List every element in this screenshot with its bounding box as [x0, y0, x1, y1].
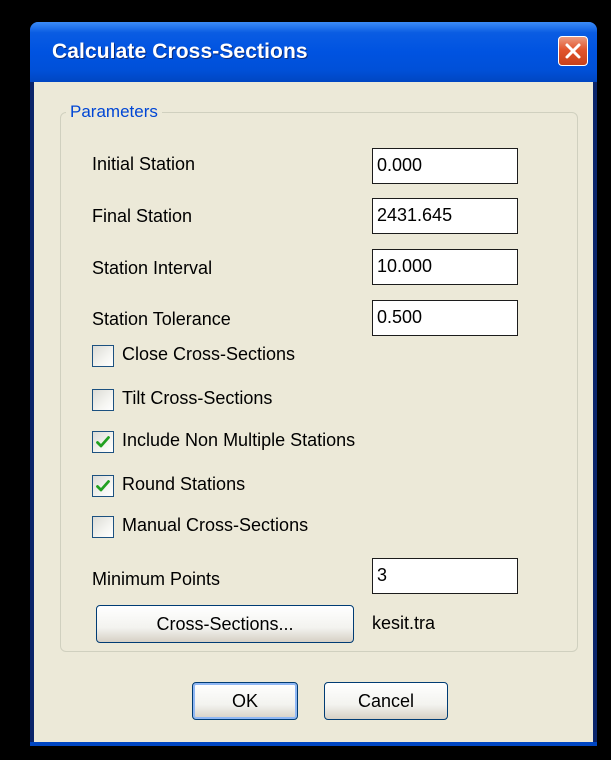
minimum-points-input[interactable]: 3	[372, 558, 518, 594]
dialog-window: Calculate Cross-Sections Parameters Init…	[30, 22, 597, 746]
cancel-button[interactable]: Cancel	[324, 682, 448, 720]
include-non-multiple-stations-checkbox[interactable]	[92, 431, 114, 453]
include-non-multiple-stations-label: Include Non Multiple Stations	[122, 430, 356, 450]
initial-station-input[interactable]: 0.000	[372, 148, 518, 184]
parameters-group-label: Parameters	[66, 102, 162, 122]
station-tolerance-input[interactable]: 0.500	[372, 300, 518, 336]
station-tolerance-label: Station Tolerance	[92, 309, 231, 329]
checkmark-icon	[96, 480, 110, 492]
close-icon	[565, 43, 581, 59]
window-bottom-border	[30, 742, 597, 746]
title-bar[interactable]: Calculate Cross-Sections	[30, 22, 597, 82]
cross-sections-button[interactable]: Cross-Sections...	[96, 605, 354, 643]
final-station-label: Final Station	[92, 206, 193, 226]
minimum-points-label: Minimum Points	[92, 569, 221, 589]
cross-sections-filename: kesit.tra	[372, 613, 436, 633]
final-station-input[interactable]: 2431.645	[372, 198, 518, 234]
manual-cross-sections-checkbox[interactable]	[92, 516, 114, 538]
round-stations-label: Round Stations	[122, 474, 246, 494]
dialog-client-area: Parameters Initial Station 0.000 Final S…	[34, 82, 593, 742]
tilt-cross-sections-label: Tilt Cross-Sections	[122, 388, 273, 408]
ok-button[interactable]: OK	[192, 682, 298, 720]
checkmark-icon	[96, 436, 110, 448]
round-stations-checkbox[interactable]	[92, 475, 114, 497]
tilt-cross-sections-checkbox[interactable]	[92, 389, 114, 411]
manual-cross-sections-label: Manual Cross-Sections	[122, 515, 309, 535]
close-cross-sections-label: Close Cross-Sections	[122, 344, 296, 364]
dialog-title: Calculate Cross-Sections	[52, 40, 308, 63]
initial-station-label: Initial Station	[92, 154, 196, 174]
station-interval-label: Station Interval	[92, 258, 213, 278]
station-interval-input[interactable]: 10.000	[372, 249, 518, 285]
close-button[interactable]	[558, 36, 588, 66]
close-cross-sections-checkbox[interactable]	[92, 345, 114, 367]
